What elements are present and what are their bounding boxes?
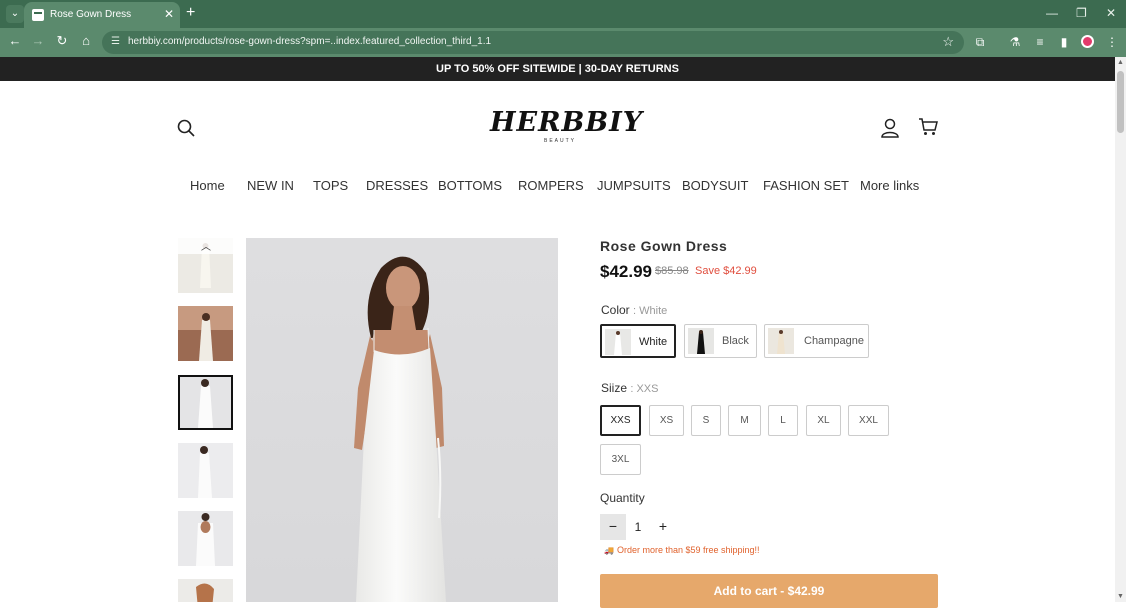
champagne-dress-thumbnail [768,328,794,354]
truck-icon: 🚚 [604,546,614,555]
size-option-l[interactable]: L [768,405,798,436]
chevron-up-icon[interactable]: ︿ [178,238,234,254]
nav-more-links[interactable]: More links [860,178,919,193]
star-icon[interactable]: ☆ [942,34,954,50]
quantity-increase-button[interactable]: + [650,514,676,540]
nav-bottoms[interactable]: BOTTOMS [438,178,502,193]
address-bar[interactable]: ☰ herbbiy.com/products/rose-gown-dress?s… [102,31,964,54]
scroll-thumb[interactable] [1117,71,1124,133]
side-panel-icon[interactable]: ▮ [1056,34,1072,50]
close-window-icon[interactable]: ✕ [1106,6,1116,20]
nav-jumpsuits[interactable]: JUMPSUITS [597,178,671,193]
browser-tab[interactable]: Rose Gown Dress ✕ [24,2,180,28]
size-option-3xl[interactable]: 3XL [600,444,641,475]
color-champagne-label: Champagne [804,335,864,347]
color-label-text: Color [601,303,630,317]
add-to-cart-button[interactable]: Add to cart - $42.99 [600,574,938,608]
thumbnail-5[interactable] [178,511,233,566]
new-tab-icon[interactable]: + [186,4,195,22]
back-icon[interactable]: ← [6,33,24,48]
thumbnail-gallery: ︿ [178,238,234,602]
tab-search-icon[interactable]: ⌄ [6,5,24,23]
browser-toolbar: ← → ↻ ⌂ ☰ herbbiy.com/products/rose-gown… [0,28,1126,57]
page-scrollbar[interactable]: ▲ ▼ [1115,57,1126,602]
forward-icon[interactable]: → [29,33,47,48]
color-black-label: Black [722,335,749,347]
shipping-note-text: Order more than $59 free shipping!! [616,545,760,555]
nav-tops[interactable]: TOPS [313,178,348,193]
tab-title: Rose Gown Dress [50,9,132,20]
size-option-xs[interactable]: XS [649,405,684,436]
color-white-label: White [639,336,668,348]
nav-fashion-set[interactable]: FASHION SET [763,178,849,193]
size-option-m[interactable]: M [728,405,761,436]
tab-close-icon[interactable]: ✕ [164,7,174,21]
main-product-image[interactable] [246,238,558,602]
shipping-note: 🚚 Order more than $59 free shipping!! [604,545,760,555]
size-label-text: Siize [601,381,628,395]
profile-icon[interactable] [1081,35,1094,48]
kebab-menu-icon[interactable]: ⋮ [1104,34,1120,50]
save-badge: Save $42.99 [695,265,757,277]
nav-rompers[interactable]: ROMPERS [518,178,584,193]
main-navigation: Home NEW IN TOPS DRESSES BOTTOMS ROMPERS… [0,178,1115,198]
home-icon[interactable]: ⌂ [77,33,95,48]
nav-bodysuit[interactable]: BODYSUIT [682,178,748,193]
nav-new-in[interactable]: NEW IN [247,178,294,193]
tab-favicon-icon [32,9,44,21]
size-option-xl[interactable]: XL [806,405,841,436]
thumbnail-6[interactable] [178,579,233,602]
site-info-icon[interactable]: ☰ [111,36,120,47]
color-selected-value: : White [633,305,668,317]
logo-tagline: BEAUTY [543,138,576,144]
size-selected-value: : XXS [630,383,659,395]
reading-list-icon[interactable]: ≡ [1032,34,1048,50]
color-label: Color : White [601,303,667,317]
labs-icon[interactable]: ⚗ [1007,34,1023,50]
quantity-decrease-button[interactable]: − [600,514,626,540]
store-logo[interactable]: HERBBIY BEAUTY [490,107,644,145]
search-icon[interactable] [177,119,195,137]
quantity-input[interactable]: 1 [626,514,650,540]
product-price: $42.99 [600,262,652,281]
thumbnail-3[interactable] [178,375,233,430]
url-text[interactable]: herbbiy.com/products/rose-gown-dress?spm… [128,36,491,47]
size-option-s[interactable]: S [691,405,721,436]
nav-home[interactable]: Home [190,178,225,193]
restore-icon[interactable]: ❐ [1076,6,1087,20]
logo-wordmark: HERBBIY [490,107,644,138]
color-swatch-white[interactable]: White [600,324,676,358]
scroll-down-icon[interactable]: ▼ [1117,593,1124,600]
browser-tab-strip: ⌄ Rose Gown Dress ✕ + — ❐ ✕ [0,0,1126,28]
white-dress-thumbnail [605,329,631,355]
quantity-label: Quantity [600,491,645,505]
promo-banner: UP TO 50% OFF SITEWIDE | 30-DAY RETURNS [0,57,1115,81]
thumbnail-4[interactable] [178,443,233,498]
size-option-xxl[interactable]: XXL [848,405,889,436]
cart-icon[interactable] [918,118,938,136]
size-option-xxs[interactable]: XXS [600,405,641,436]
color-swatch-black[interactable]: Black [684,324,757,358]
reload-icon[interactable]: ↻ [53,33,71,49]
thumbnail-2[interactable] [178,306,233,361]
product-title: Rose Gown Dress [600,238,728,254]
scroll-up-icon[interactable]: ▲ [1117,59,1124,66]
account-icon[interactable] [881,118,899,138]
nav-dresses[interactable]: DRESSES [366,178,428,193]
size-label: Siize : XXS [601,381,658,395]
black-dress-thumbnail [688,328,714,354]
color-swatch-champagne[interactable]: Champagne [764,324,869,358]
minimize-icon[interactable]: — [1046,6,1058,20]
compare-price: $85.98 [655,265,689,277]
extensions-icon[interactable]: ⧉ [972,34,988,50]
